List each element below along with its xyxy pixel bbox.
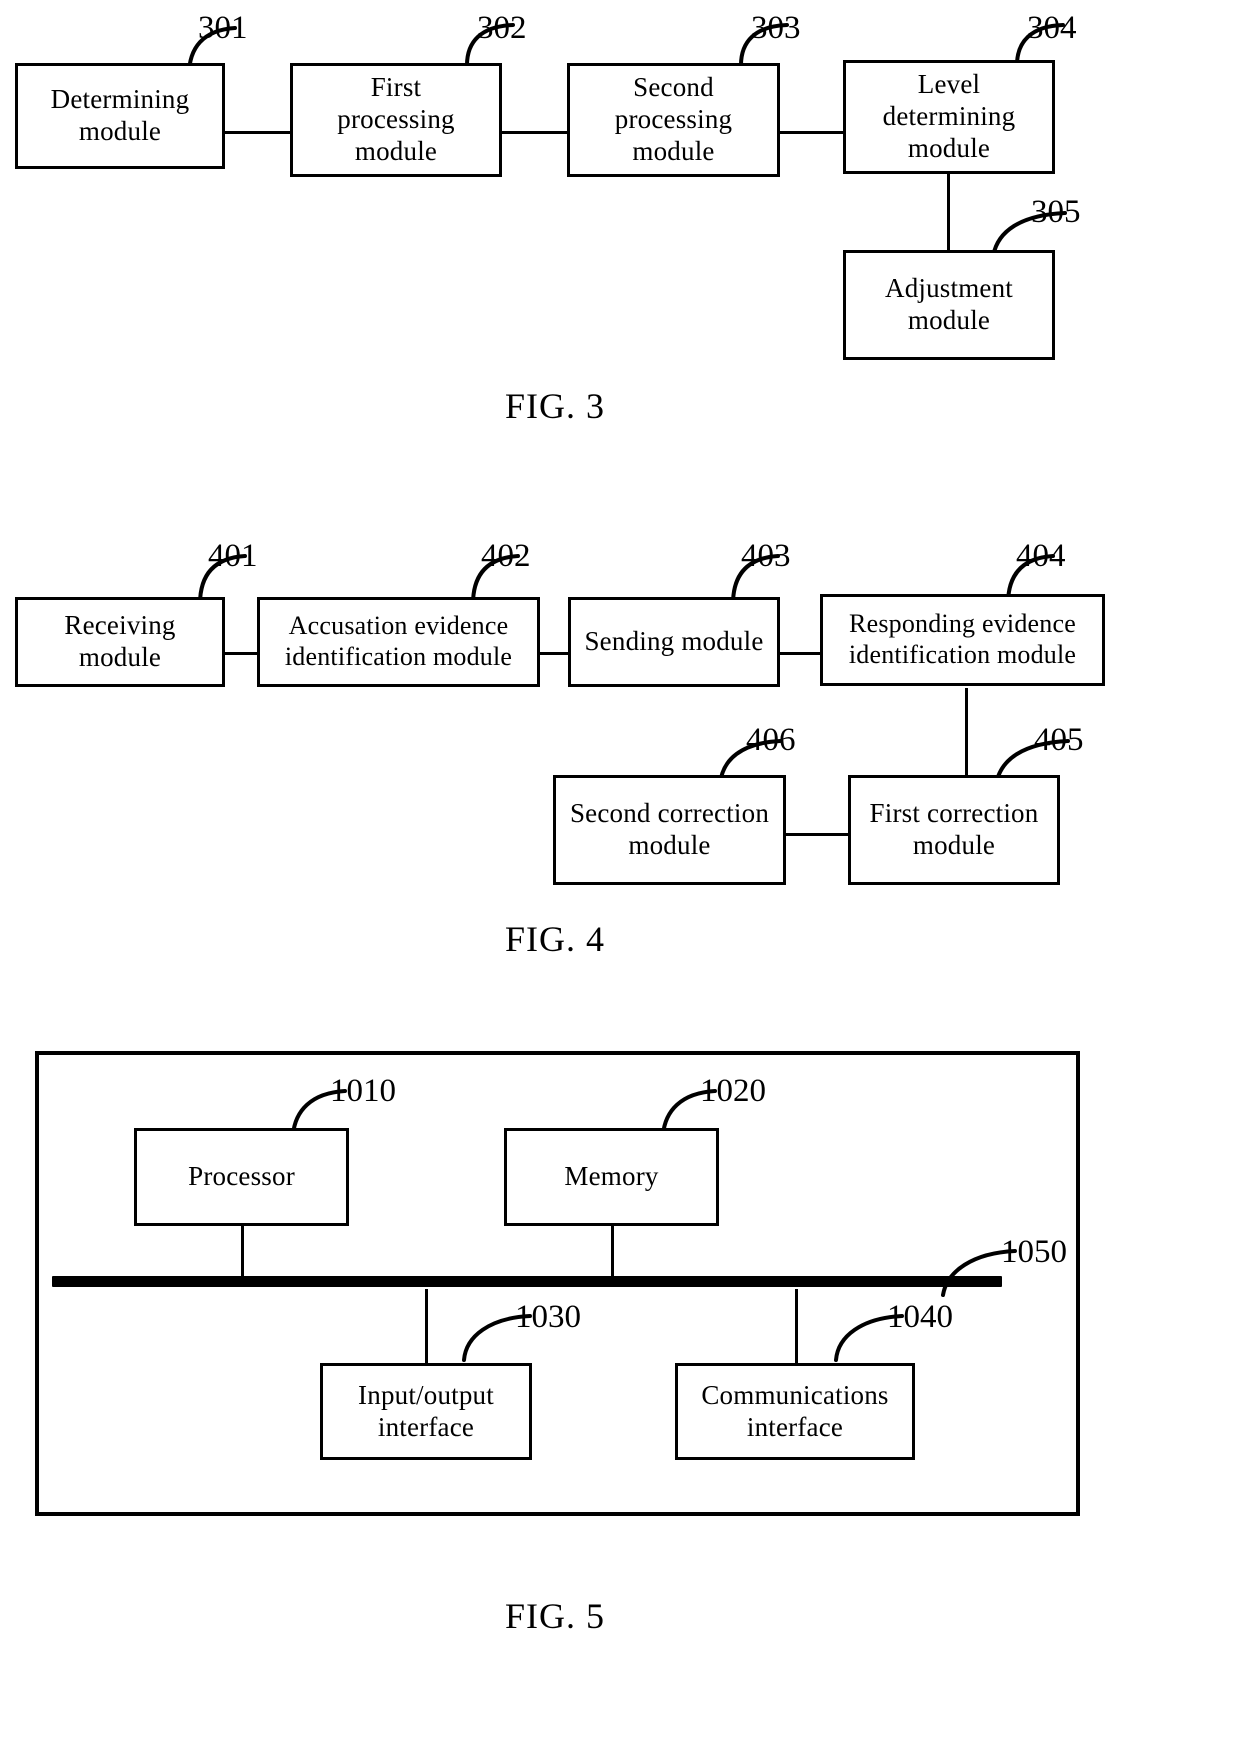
ref-number-406: 406 [746,722,796,758]
ref-number-1040: 1040 [887,1299,953,1335]
block-text-line2: processing [614,104,733,135]
block-text-line2: interface [746,1411,844,1442]
block-text-line2: module [907,305,991,335]
block-first-correction-module[interactable]: First correction module [848,775,1060,885]
system-bus [52,1276,1002,1287]
figure-3-label: FIG. 3 [505,386,606,426]
block-text-line1: Receiving [64,610,176,641]
figure-4-label: FIG. 4 [505,919,606,959]
patent-drawing-sheet: 301 302 303 304 305 Determining module F… [0,0,1240,1755]
block-text-line3: module [907,132,991,163]
ref-number-303: 303 [751,10,801,46]
block-input-output-interface[interactable]: Input/output interface [320,1363,532,1460]
connector-303-304 [779,131,844,134]
block-text-line2: interface [377,1411,475,1442]
connector-403-404 [780,652,822,655]
ref-number-304: 304 [1027,10,1077,46]
ref-number-301: 301 [198,10,248,46]
block-text-line1: Second correction [569,798,770,829]
block-level-determining-module[interactable]: Level determining module [843,60,1055,174]
block-text-line2: identification module [848,640,1077,669]
ref-number-404: 404 [1016,538,1066,574]
block-text-line2: identification module [284,642,513,671]
block-receiving-module[interactable]: Receiving module [15,597,225,687]
block-text-line1: First [370,72,422,103]
block-text-line2: module [912,830,996,860]
block-adjustment-module[interactable]: Adjustment module [843,250,1055,360]
ref-number-1010: 1010 [330,1073,396,1109]
block-text-line2: determining [882,101,1016,132]
block-text-line1: Second [633,72,714,103]
block-responding-evidence-identification-module[interactable]: Responding evidence identification modul… [820,594,1105,686]
block-text-line1: Adjustment [885,273,1013,304]
ref-number-403: 403 [741,538,791,574]
connector-406-405 [786,833,848,836]
block-text-line3: module [632,135,715,166]
connector-processor-bus [241,1224,244,1282]
connector-302-303 [500,131,568,134]
block-text-line1: Level [917,69,981,100]
ref-number-405: 405 [1034,722,1084,758]
ref-number-305: 305 [1031,194,1081,230]
block-text-line2: module [78,642,162,672]
block-communications-interface[interactable]: Communications interface [675,1363,915,1460]
block-text-line2: processing [337,104,455,135]
connector-bus-io-interface [425,1289,428,1365]
ref-number-1020: 1020 [700,1073,766,1109]
ref-number-401: 401 [208,538,258,574]
connector-304-305 [947,172,950,252]
block-text-line1: Input/output [358,1379,494,1410]
block-memory[interactable]: Memory [504,1128,719,1226]
connector-402-403 [537,652,569,655]
figure-5-label: FIG. 5 [505,1596,606,1636]
block-sending-module[interactable]: Sending module [568,597,780,687]
block-processor[interactable]: Processor [134,1128,349,1226]
block-second-processing-module[interactable]: Second processing module [567,63,780,177]
ref-number-1050: 1050 [1001,1234,1067,1270]
ref-number-302: 302 [477,10,527,46]
block-text-line1: Communications [701,1379,889,1410]
block-text-line1: Determining [50,84,190,115]
block-text-line2: module [628,830,711,860]
connector-404-405 [965,688,968,776]
block-text-line3: module [354,135,438,166]
block-text-line2: module [78,116,162,146]
block-text-line1: First correction [869,798,1039,829]
connector-301-302 [224,131,290,134]
block-first-processing-module[interactable]: First processing module [290,63,502,177]
block-text-line1: Accusation evidence [288,611,509,641]
block-text-line1: Memory [564,1161,659,1192]
block-determining-module[interactable]: Determining module [15,63,225,169]
ref-number-402: 402 [481,538,531,574]
block-accusation-evidence-identification-module[interactable]: Accusation evidence identification modul… [257,597,540,687]
connector-memory-bus [611,1224,614,1282]
ref-number-1030: 1030 [515,1299,581,1335]
block-second-correction-module[interactable]: Second correction module [553,775,786,885]
block-text-line1: Processor [188,1161,295,1192]
block-text-line1: Responding evidence [849,609,1076,639]
block-text-line1: Sending module [584,626,764,657]
connector-bus-communications-interface [795,1289,798,1365]
